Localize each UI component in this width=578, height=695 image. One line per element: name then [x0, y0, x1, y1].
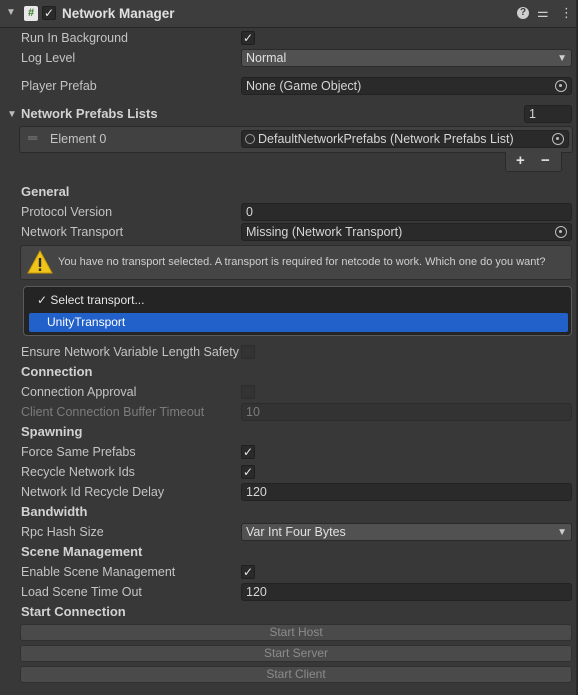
prefab-lists-count: 1	[529, 107, 536, 121]
element-0-field[interactable]: DefaultNetworkPrefabs (Network Prefabs L…	[241, 130, 569, 148]
run-in-background-checkbox[interactable]: ✓	[241, 31, 255, 45]
warning-icon	[27, 250, 53, 274]
prefab-lists-foldout-icon[interactable]: ▼	[7, 109, 17, 120]
protocol-version-field[interactable]: 0	[241, 203, 572, 221]
scene-timeout-label: Load Scene Time Out	[21, 585, 142, 599]
ensure-length-safety-checkbox[interactable]	[241, 345, 255, 359]
component-header: ▼ # ✓ Network Manager ? ⚌ ⋮	[0, 0, 578, 28]
recycle-delay-field[interactable]: 120	[241, 483, 572, 501]
spawning-title: Spawning	[21, 424, 83, 439]
rpc-hash-size-dropdown[interactable]: Var Int Four Bytes ▼	[241, 523, 572, 541]
component-title: Network Manager	[62, 6, 175, 21]
presets-icon[interactable]: ⚌	[537, 5, 549, 21]
remove-element-button[interactable]: −	[541, 152, 550, 169]
object-picker-icon[interactable]	[555, 80, 567, 92]
log-level-label: Log Level	[21, 51, 76, 65]
recycle-delay-value: 120	[246, 485, 267, 499]
connection-approval-label: Connection Approval	[21, 385, 137, 399]
object-picker-icon[interactable]	[552, 133, 564, 145]
recycle-ids-checkbox[interactable]: ✓	[241, 465, 255, 479]
scene-timeout-field[interactable]: 120	[241, 583, 572, 601]
buffer-timeout-value: 10	[246, 405, 260, 419]
transport-warning-box: You have no transport selected. A transp…	[20, 245, 572, 280]
connection-title: Connection	[21, 364, 93, 379]
connection-approval-checkbox[interactable]	[241, 385, 255, 399]
drag-handle-icon[interactable]: ═	[28, 130, 37, 145]
log-level-dropdown[interactable]: Normal ▼	[241, 49, 572, 67]
start-server-button[interactable]: Start Server	[20, 645, 572, 662]
prefab-list-asset-icon	[245, 134, 255, 144]
force-same-prefabs-checkbox[interactable]: ✓	[241, 445, 255, 459]
transport-option-unitytransport[interactable]: UnityTransport	[29, 313, 568, 332]
recycle-delay-label: Network Id Recycle Delay	[21, 485, 165, 499]
rpc-hash-size-value: Var Int Four Bytes	[246, 525, 346, 539]
start-client-button[interactable]: Start Client	[20, 666, 572, 683]
transport-select-popup: ✓ Select transport... UnityTransport	[23, 286, 572, 336]
bandwidth-title: Bandwidth	[21, 504, 88, 519]
component-enabled-checkbox[interactable]: ✓	[42, 6, 56, 20]
ensure-length-safety-label: Ensure Network Variable Length Safety	[21, 345, 239, 359]
prefab-list-box: ═ Element 0 DefaultNetworkPrefabs (Netwo…	[19, 126, 573, 153]
transport-option-label-0: Select transport...	[50, 293, 145, 307]
context-menu-icon[interactable]: ⋮	[560, 5, 573, 21]
player-prefab-field[interactable]: None (Game Object)	[241, 77, 572, 95]
protocol-version-value: 0	[246, 205, 253, 219]
buffer-timeout-label: Client Connection Buffer Timeout	[21, 405, 205, 419]
enable-scene-management-checkbox[interactable]: ✓	[241, 565, 255, 579]
add-element-button[interactable]: +	[516, 152, 525, 169]
foldout-arrow-icon[interactable]: ▼	[6, 7, 16, 18]
start-host-button[interactable]: Start Host	[20, 624, 572, 641]
protocol-version-label: Protocol Version	[21, 205, 113, 219]
transport-warning-text: You have no transport selected. A transp…	[58, 256, 546, 268]
element-0-label: Element 0	[50, 132, 107, 146]
network-transport-label: Network Transport	[21, 225, 124, 239]
network-transport-field[interactable]: Missing (Network Transport)	[241, 223, 572, 241]
force-same-prefabs-label: Force Same Prefabs	[21, 445, 136, 459]
chevron-down-icon: ▼	[557, 53, 567, 64]
prefab-lists-count-field[interactable]: 1	[524, 105, 572, 123]
player-prefab-label: Player Prefab	[21, 79, 97, 93]
prefab-lists-title: Network Prefabs Lists	[21, 106, 158, 121]
transport-option-label-1: UnityTransport	[47, 315, 126, 329]
player-prefab-value: None (Game Object)	[246, 79, 362, 93]
list-add-remove-footer: + −	[505, 152, 562, 172]
rpc-hash-size-label: Rpc Hash Size	[21, 525, 104, 539]
script-icon: #	[24, 6, 38, 21]
network-transport-value: Missing (Network Transport)	[246, 225, 403, 239]
scene-management-title: Scene Management	[21, 544, 143, 559]
enable-scene-management-label: Enable Scene Management	[21, 565, 176, 579]
chevron-down-icon: ▼	[557, 527, 567, 538]
start-connection-title: Start Connection	[21, 604, 126, 619]
scene-timeout-value: 120	[246, 585, 267, 599]
checkmark-icon: ✓	[37, 293, 48, 307]
transport-option-select[interactable]: ✓ Select transport...	[29, 291, 568, 310]
element-0-value: DefaultNetworkPrefabs (Network Prefabs L…	[258, 132, 514, 146]
help-icon[interactable]: ?	[517, 7, 529, 19]
run-in-background-label: Run In Background	[21, 31, 129, 45]
general-title: General	[21, 184, 70, 199]
log-level-value: Normal	[246, 51, 287, 65]
object-picker-icon[interactable]	[555, 226, 567, 238]
recycle-ids-label: Recycle Network Ids	[21, 465, 135, 479]
buffer-timeout-field: 10	[241, 403, 572, 421]
